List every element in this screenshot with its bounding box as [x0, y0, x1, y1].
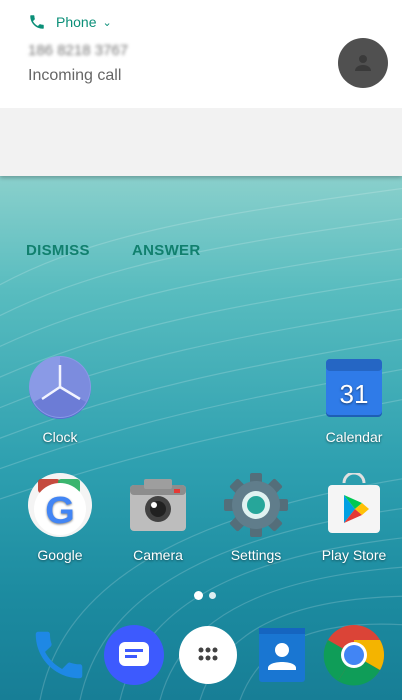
dock: [0, 612, 402, 700]
app-label: Calendar: [325, 429, 383, 445]
settings-icon: [224, 473, 288, 537]
call-status-text: Incoming call: [28, 67, 122, 84]
person-icon: [355, 55, 371, 71]
app-settings[interactable]: Settings: [216, 473, 296, 563]
phone-icon: [30, 15, 44, 29]
app-google[interactable]: G Google: [20, 473, 100, 563]
chrome-icon[interactable]: [323, 624, 385, 686]
app-label: Google: [37, 547, 83, 563]
answer-button[interactable]: ANSWER: [132, 242, 200, 259]
app-label: Settings: [230, 547, 282, 563]
google-icon: G: [28, 473, 92, 537]
page-dot-active: [194, 591, 203, 600]
phone-icon[interactable]: [28, 624, 90, 686]
app-camera[interactable]: Camera: [118, 473, 198, 563]
messages-icon[interactable]: [103, 624, 165, 686]
svg-text:G: G: [45, 490, 75, 532]
incoming-call-notification[interactable]: Phone ⌄ 186 8218 3767 Incoming call DISM…: [0, 0, 402, 259]
notification-actions: DISMISS ANSWER: [0, 108, 402, 259]
app-calendar[interactable]: 31 Calendar: [314, 355, 394, 445]
notification-app-row: Phone ⌄: [28, 12, 112, 32]
app-play-store[interactable]: Play Store: [314, 471, 394, 563]
caller-avatar: [338, 38, 388, 88]
calendar-icon: 31: [322, 355, 386, 419]
play-store-icon: [322, 471, 386, 537]
notification-app-name: Phone: [56, 14, 97, 30]
contacts-icon[interactable]: [251, 624, 313, 686]
app-label: Camera: [133, 547, 183, 563]
page-dot: [209, 592, 216, 599]
chevron-down-icon[interactable]: ⌄: [102, 16, 111, 29]
calendar-day: 31: [340, 379, 369, 409]
app-drawer-icon[interactable]: [177, 624, 239, 686]
dismiss-button[interactable]: DISMISS: [26, 242, 90, 259]
clock-icon: [28, 355, 92, 419]
notification-header: Phone ⌄ 186 8218 3767 Incoming call: [0, 0, 402, 108]
page-indicator: [194, 591, 216, 600]
caller-number: 186 8218 3767: [28, 42, 129, 59]
app-label: Play Store: [321, 547, 387, 563]
camera-icon: [126, 473, 190, 537]
app-clock[interactable]: Clock: [20, 355, 100, 445]
app-label: Clock: [42, 429, 78, 445]
